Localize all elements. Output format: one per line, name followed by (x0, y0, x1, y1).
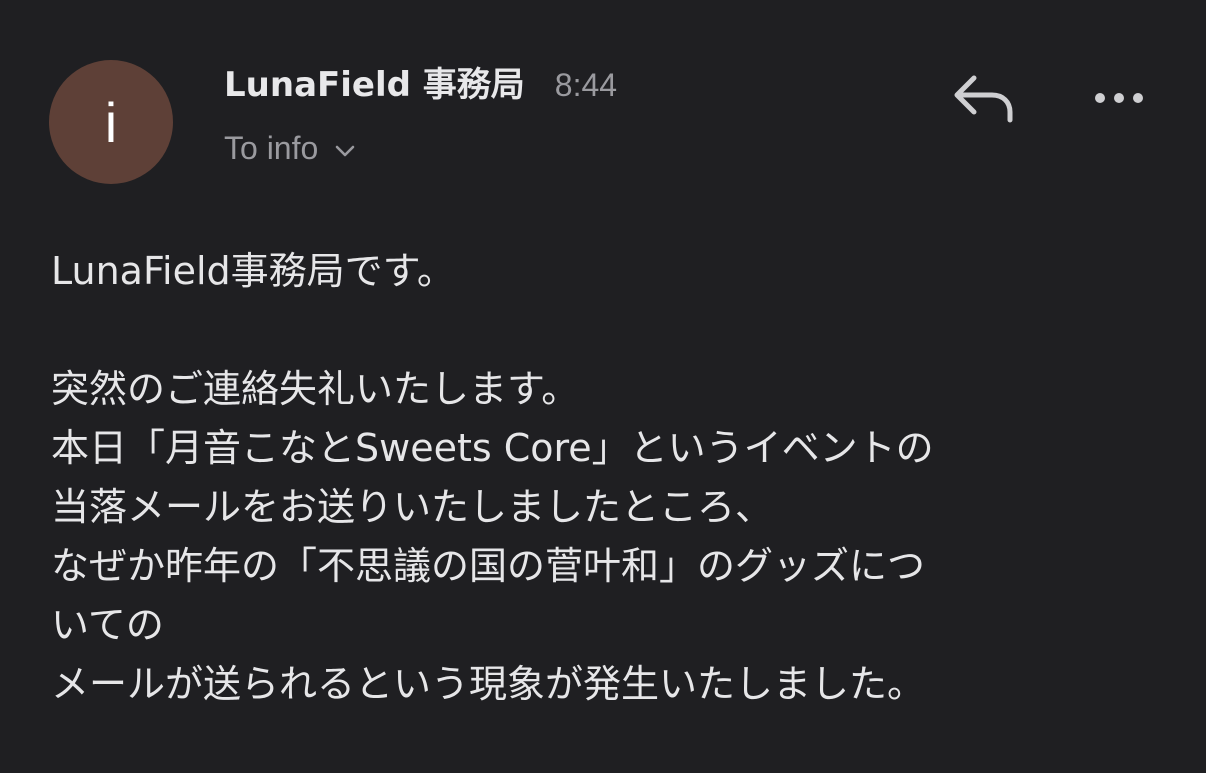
message-line: 本日「月音こなとSweets Core」というイベントの (51, 426, 934, 470)
message-line: 突然のご連絡失礼いたします。 (51, 367, 580, 411)
sender-header: LunaField 事務局 8:44 (224, 57, 617, 107)
chevron-down-icon (335, 145, 355, 156)
sender-avatar[interactable]: i (49, 60, 173, 184)
recipient-details-toggle[interactable]: To info (224, 130, 356, 167)
message-line: メールが送られるという現象が発生いたしました。 (51, 662, 926, 706)
message-line: 当落メールをお送りいたしましたところ、 (51, 485, 774, 529)
message-line: なぜか昨年の「不思議の国の菅叶和」のグッズにつ (51, 544, 926, 588)
message-line: いての (51, 603, 164, 647)
more-options-button[interactable] (1088, 78, 1150, 118)
message-time: 8:44 (554, 67, 618, 103)
reply-button[interactable] (948, 70, 1018, 126)
sender-name[interactable]: LunaField 事務局 (224, 57, 525, 106)
more-horizontal-dots-icon (1095, 93, 1143, 103)
message-body: LunaField事務局です。 突然のご連絡失礼いたします。 本日「月音こなとS… (51, 242, 1171, 714)
recipient-label: To info (224, 130, 319, 166)
reply-arrow-icon (954, 75, 1013, 123)
avatar-letter: i (104, 90, 118, 154)
message-greeting: LunaField事務局です。 (51, 249, 455, 293)
